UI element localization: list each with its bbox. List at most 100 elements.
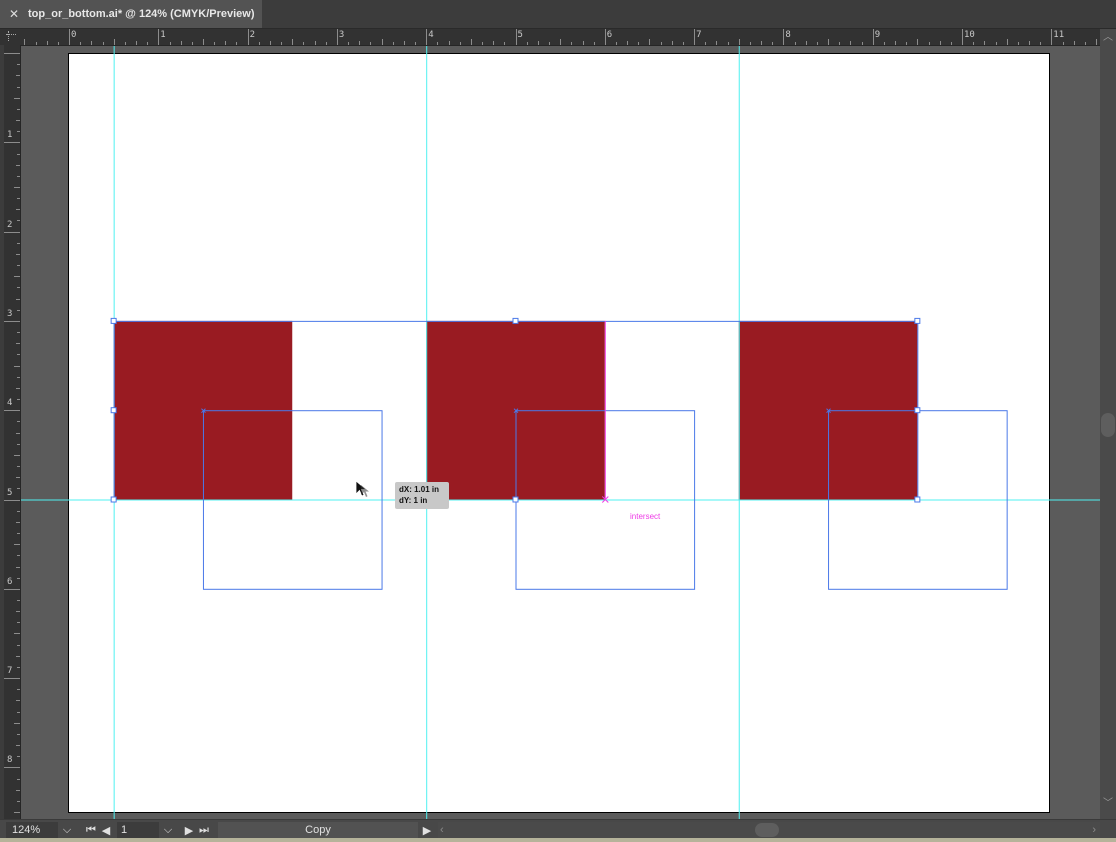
zoom-dropdown-chevron-icon[interactable]: ⌵ xyxy=(58,822,76,838)
vertical-scroll-thumb[interactable] xyxy=(1101,413,1115,437)
bounding-box-handle[interactable] xyxy=(914,407,921,414)
ruler-tick xyxy=(4,231,20,233)
scroll-down-icon[interactable]: ﹀ xyxy=(1100,797,1116,811)
bounding-box-handle[interactable] xyxy=(110,317,117,324)
next-artboard-icon[interactable]: ▶ xyxy=(182,822,196,838)
ruler-tick xyxy=(616,42,617,45)
ruler-tick xyxy=(236,42,238,45)
ruler-tick xyxy=(895,41,896,45)
ruler-tick xyxy=(660,42,662,45)
ruler-tick xyxy=(883,42,885,45)
bounding-box-handle[interactable] xyxy=(512,317,519,324)
close-icon[interactable]: ✕ xyxy=(0,7,28,21)
ruler-label: 3 xyxy=(7,308,13,319)
ruler-tick xyxy=(17,175,20,177)
ruler-tick xyxy=(716,41,718,45)
ruler-tick xyxy=(16,521,20,523)
ruler-tick xyxy=(1017,42,1019,45)
ruler-tick xyxy=(839,42,841,45)
pasteboard[interactable]: dX: 1.01 in dY: 1 in intersect xyxy=(21,46,1100,819)
ruler-tick xyxy=(80,42,82,45)
ruler-tick xyxy=(727,42,729,45)
document-tab-title: top_or_bottom.ai* @ 124% (CMYK/Preview) xyxy=(28,8,255,20)
ruler-tick xyxy=(694,29,696,45)
horizontal-scroll-thumb[interactable] xyxy=(755,823,779,837)
ruler-tick xyxy=(17,666,20,668)
ruler-tick xyxy=(16,387,20,389)
ruler-tick xyxy=(17,108,20,110)
ruler-tick xyxy=(225,41,227,45)
previous-artboard-icon[interactable]: ◀ xyxy=(99,822,113,838)
ruler-tick xyxy=(17,332,20,334)
artboard-dropdown-chevron-icon[interactable]: ⌵ xyxy=(159,822,177,838)
bounding-box-handle[interactable] xyxy=(914,317,921,324)
ruler-tick xyxy=(14,186,20,188)
ruler-tick xyxy=(493,41,495,45)
ruler-tick xyxy=(482,42,483,45)
ruler-label: 3 xyxy=(338,30,345,40)
ruler-tick xyxy=(17,287,20,289)
ruler-tick xyxy=(4,410,20,412)
ruler-tick xyxy=(16,164,20,166)
ruler-tick xyxy=(939,41,941,45)
ruler-tick xyxy=(17,778,20,780)
bounding-box-handle[interactable] xyxy=(110,496,117,503)
ruler-tick xyxy=(17,644,20,646)
ruler-tick xyxy=(816,42,818,45)
horizontal-ruler[interactable]: 0 1 2 3 4 5 6 7 8 9 10 11 xyxy=(20,29,1100,46)
status-text[interactable]: Copy xyxy=(218,822,418,838)
ruler-tick xyxy=(928,42,930,45)
ruler-tick xyxy=(995,42,997,45)
ruler-tick xyxy=(973,42,975,45)
ruler-tick xyxy=(147,42,149,45)
ruler-label: 8 xyxy=(7,755,13,766)
horizontal-scrollbar[interactable]: ‹ › xyxy=(438,822,1100,838)
tooltip-dy: dY: 1 in xyxy=(399,496,428,505)
ruler-tick xyxy=(1073,41,1075,45)
canvas-overlay xyxy=(21,46,1100,819)
artboard-number-field[interactable]: 1 xyxy=(117,822,159,838)
ruler-tick xyxy=(17,399,20,400)
scroll-left-icon[interactable]: ‹ xyxy=(440,822,444,838)
zoom-level-value: 124% xyxy=(12,824,41,836)
ruler-tick xyxy=(202,39,204,45)
status-menu-arrow-icon[interactable]: ▶ xyxy=(420,822,434,838)
ruler-tick xyxy=(1006,39,1008,45)
ruler-tick xyxy=(984,41,986,45)
ruler-tick xyxy=(515,29,517,45)
ruler-tick xyxy=(336,29,338,45)
ruler-tick xyxy=(872,29,874,45)
ruler-tick xyxy=(749,42,751,45)
last-artboard-icon[interactable]: ⏭ xyxy=(197,822,211,838)
bounding-box-handle[interactable] xyxy=(512,496,519,503)
ruler-tick xyxy=(17,577,20,579)
smart-guide-label: intersect xyxy=(630,512,661,521)
ruler-tick xyxy=(459,42,461,45)
ruler-label: 6 xyxy=(7,576,13,587)
ruler-tick xyxy=(214,42,216,45)
ruler-tick xyxy=(17,376,20,378)
ruler-origin-corner[interactable] xyxy=(0,29,20,45)
bounding-box-handle[interactable] xyxy=(110,407,117,414)
zoom-level-field[interactable]: 124% xyxy=(6,822,58,838)
ruler-tick xyxy=(17,488,20,490)
ruler-tick xyxy=(638,42,640,45)
ruler-tick xyxy=(16,477,20,479)
ruler-tick xyxy=(17,153,20,155)
ruler-tick xyxy=(14,365,20,367)
ruler-tick xyxy=(4,320,20,322)
first-artboard-icon[interactable]: ⏮ xyxy=(84,822,98,838)
ruler-tick xyxy=(738,39,740,45)
scroll-up-icon[interactable]: ︿ xyxy=(1100,31,1116,45)
ruler-label: 4 xyxy=(7,398,13,409)
ruler-tick xyxy=(35,42,37,45)
scroll-right-icon[interactable]: › xyxy=(1092,822,1096,838)
document-tab-bar: ✕ top_or_bottom.ai* @ 124% (CMYK/Preview… xyxy=(0,0,1116,28)
ruler-tick xyxy=(962,29,963,45)
ruler-tick xyxy=(627,41,629,45)
ruler-label: 0 xyxy=(71,30,77,40)
bounding-box-handle[interactable] xyxy=(914,496,921,503)
vertical-ruler[interactable]: 1 2 3 4 5 6 7 8 xyxy=(4,45,21,819)
vertical-scrollbar[interactable]: ︿ ﹀ xyxy=(1100,29,1116,819)
document-tab[interactable]: ✕ top_or_bottom.ai* @ 124% (CMYK/Preview… xyxy=(0,0,262,28)
